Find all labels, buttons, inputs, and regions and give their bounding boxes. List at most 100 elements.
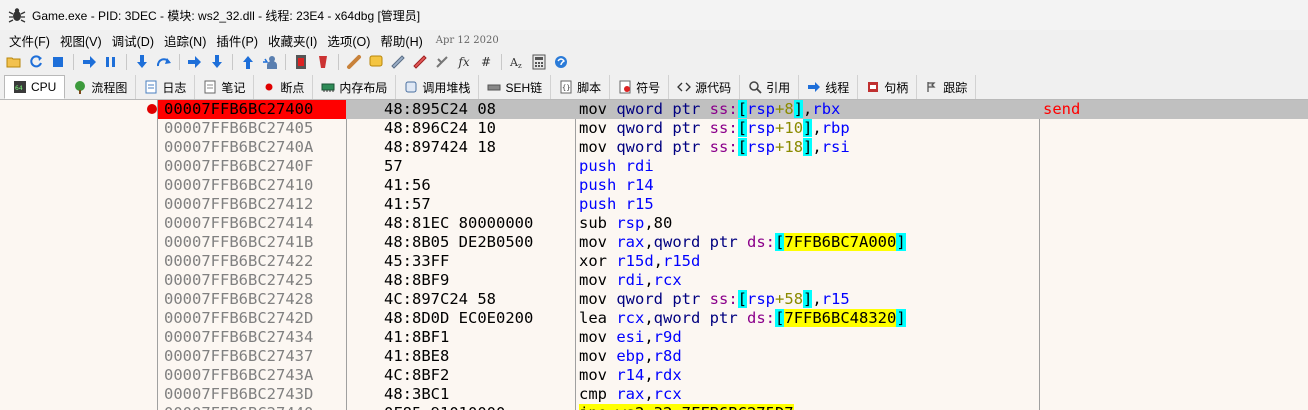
tab-bar: 64 CPU 流程图 日志 笔记 断点 内存布局 调用堆栈 SEH链 {} 脚本… bbox=[0, 74, 1308, 100]
disasm-row[interactable]: 00007FFB6BC2741B 48:8B05 DE2B0500 mov rax,… bbox=[158, 233, 1308, 252]
stop-icon[interactable] bbox=[48, 52, 68, 72]
asm-token: r15 bbox=[821, 290, 850, 308]
disasm-row[interactable]: 00007FFB6BC27425 48:8BF9 mov rdi,rcx bbox=[158, 271, 1308, 290]
tab-graph[interactable]: 流程图 bbox=[65, 75, 137, 99]
asm-token: , bbox=[803, 100, 813, 118]
run-to-user-code-icon[interactable] bbox=[260, 52, 280, 72]
disasm-row[interactable]: 00007FFB6BC27405 48:896C24 10 mov qword pt… bbox=[158, 119, 1308, 138]
font-icon[interactable]: Az bbox=[507, 52, 527, 72]
tab-references[interactable]: 引用 bbox=[740, 75, 800, 99]
disasm-row[interactable]: 00007FFB6BC27440 0F85 91010000 jne ws2_32.… bbox=[158, 404, 1308, 410]
comment-icon[interactable] bbox=[366, 52, 386, 72]
asm-token: mov bbox=[579, 271, 617, 289]
asm-token: qword ptr bbox=[653, 233, 738, 251]
asm-token: [ bbox=[737, 119, 748, 137]
tab-trace[interactable]: 跟踪 bbox=[917, 75, 977, 99]
restart-icon[interactable] bbox=[26, 52, 46, 72]
asm-token: , bbox=[644, 309, 654, 327]
asm-token: , bbox=[644, 347, 654, 365]
menu-view[interactable]: 视图(V) bbox=[55, 31, 107, 50]
breakpoint-marker[interactable] bbox=[147, 104, 157, 114]
menu-favourites[interactable]: 收藏夹(I) bbox=[263, 31, 322, 50]
tab-handles[interactable]: 句柄 bbox=[858, 75, 918, 99]
asm-token: , bbox=[644, 271, 654, 289]
execute-till-return-icon[interactable] bbox=[238, 52, 258, 72]
window-title: Game.exe - PID: 3DEC - 模块: ws2_32.dll - … bbox=[32, 8, 421, 23]
tab-call-stack[interactable]: 调用堆栈 bbox=[396, 75, 480, 99]
disasm-row[interactable]: 00007FFB6BC2742D 48:8D0D EC0E0200 lea rcx,… bbox=[158, 309, 1308, 328]
asm-token: 7FFB6BC48320 bbox=[784, 309, 897, 327]
disasm-row[interactable]: 00007FFB6BC27428 4C:897C24 58 mov qword pt… bbox=[158, 290, 1308, 309]
tab-script[interactable]: {} 脚本 bbox=[551, 75, 611, 99]
asm-token: 58 bbox=[784, 290, 804, 308]
disasm-row[interactable]: 00007FFB6BC2740F 57 push rdi bbox=[158, 157, 1308, 176]
disasm-row[interactable]: 00007FFB6BC2743D 48:3BC1 cmp rax,rcx bbox=[158, 385, 1308, 404]
asm-token: 8 bbox=[784, 100, 794, 118]
trace-into-icon[interactable] bbox=[185, 52, 205, 72]
asm-token: xor bbox=[579, 252, 617, 270]
step-over-icon[interactable] bbox=[154, 52, 174, 72]
calculator-icon[interactable] bbox=[529, 52, 549, 72]
pause-icon[interactable] bbox=[101, 52, 121, 72]
tab-memory-map[interactable]: 内存布局 bbox=[313, 75, 397, 99]
asm-token: r15d bbox=[663, 252, 701, 270]
disasm-row[interactable]: 00007FFB6BC27434 41:8BF1 mov esi,r9d bbox=[158, 328, 1308, 347]
tab-label: SEH链 bbox=[505, 80, 543, 95]
row-bytes: 48:81EC 80000000 bbox=[384, 214, 534, 232]
run-icon[interactable] bbox=[79, 52, 99, 72]
row-bytes: 48:8B05 DE2B0500 bbox=[384, 233, 534, 251]
asm-token: r15 bbox=[625, 195, 654, 213]
svg-text:z: z bbox=[518, 62, 522, 70]
disasm-row[interactable]: 00007FFB6BC27422 45:33FF xor r15d,r15d bbox=[158, 252, 1308, 271]
disasm-row[interactable]: 00007FFB6BC27400 48:895C24 08 mov qword pt… bbox=[158, 100, 1308, 119]
tab-log[interactable]: 日志 bbox=[136, 75, 196, 99]
open-icon[interactable] bbox=[4, 52, 24, 72]
asm-token: 7FFB6BC7A000 bbox=[784, 233, 897, 251]
function-icon[interactable] bbox=[432, 52, 452, 72]
disasm-row[interactable]: 00007FFB6BC27412 41:57 push r15 bbox=[158, 195, 1308, 214]
disasm-row[interactable]: 00007FFB6BC2743A 4C:8BF2 mov r14,rdx bbox=[158, 366, 1308, 385]
menu-options[interactable]: 选项(O) bbox=[322, 31, 375, 50]
asm-token: + bbox=[775, 119, 785, 137]
help-icon[interactable] bbox=[551, 52, 571, 72]
menu-plugins[interactable]: 插件(P) bbox=[211, 31, 263, 50]
menu-debug[interactable]: 调试(D) bbox=[107, 31, 159, 50]
tab-seh-chain[interactable]: SEH链 bbox=[479, 75, 552, 99]
row-bytes: 41:57 bbox=[384, 195, 431, 213]
row-address: 00007FFB6BC27410 bbox=[164, 176, 314, 194]
hash-icon[interactable]: # bbox=[476, 52, 496, 72]
fx-icon[interactable]: fx bbox=[454, 52, 474, 72]
tab-breakpoints[interactable]: 断点 bbox=[254, 75, 314, 99]
step-into-icon[interactable] bbox=[132, 52, 152, 72]
disasm-row[interactable]: 00007FFB6BC27437 41:8BE8 mov ebp,r8d bbox=[158, 347, 1308, 366]
disasm-row[interactable]: 00007FFB6BC27410 41:56 push r14 bbox=[158, 176, 1308, 195]
menu-help[interactable]: 帮助(H) bbox=[375, 31, 427, 50]
build-date: Apr 12 2020 bbox=[435, 34, 499, 46]
menu-file[interactable]: 文件(F) bbox=[4, 31, 55, 50]
tab-label: 流程图 bbox=[91, 80, 128, 95]
patch-icon[interactable] bbox=[344, 52, 364, 72]
cpu-disassembly-view[interactable]: 00007FFB6BC27400 48:895C24 08 mov qword pt… bbox=[0, 100, 1308, 410]
row-address: 00007FFB6BC2740A bbox=[164, 138, 314, 156]
menu-trace[interactable]: 追踪(N) bbox=[159, 31, 211, 50]
asm-token: ss: bbox=[709, 138, 738, 156]
asm-token: mov bbox=[579, 290, 617, 308]
asm-token: ] bbox=[803, 119, 813, 137]
tab-notes[interactable]: 笔记 bbox=[195, 75, 255, 99]
disasm-row[interactable]: 00007FFB6BC2740A 48:897424 18 mov qword pt… bbox=[158, 138, 1308, 157]
tab-label: 线程 bbox=[825, 80, 850, 95]
toolbar-separator bbox=[338, 54, 339, 70]
asm-token: , bbox=[644, 366, 654, 384]
branch-gutter[interactable] bbox=[0, 100, 158, 410]
trace-record-icon[interactable] bbox=[291, 52, 311, 72]
bookmark-icon[interactable] bbox=[410, 52, 430, 72]
tab-cpu[interactable]: 64 CPU bbox=[4, 75, 66, 99]
tab-symbols[interactable]: 符号 bbox=[610, 75, 670, 99]
disasm-row[interactable]: 00007FFB6BC27414 48:81EC 80000000 sub rsp,… bbox=[158, 214, 1308, 233]
tab-source[interactable]: 源代码 bbox=[669, 75, 741, 99]
trace-over-icon[interactable] bbox=[207, 52, 227, 72]
tab-threads[interactable]: 线程 bbox=[799, 75, 859, 99]
label-icon[interactable] bbox=[388, 52, 408, 72]
toolbar-separator bbox=[73, 54, 74, 70]
scylla-icon[interactable] bbox=[313, 52, 333, 72]
